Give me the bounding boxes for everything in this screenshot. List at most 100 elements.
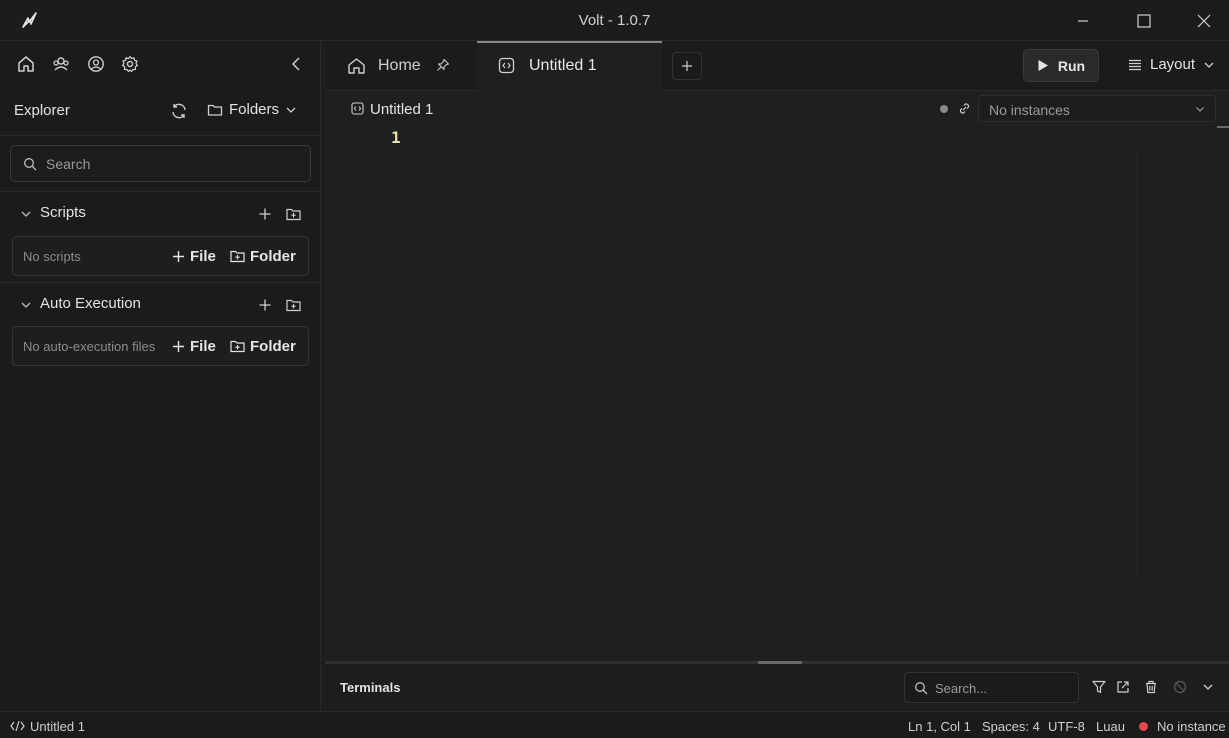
refresh-button[interactable]	[170, 102, 188, 120]
scripts-list: No scripts File Folder	[12, 236, 309, 276]
status-instance[interactable]: No instance	[1157, 719, 1226, 734]
divider	[0, 135, 320, 136]
community-icon[interactable]	[52, 55, 70, 73]
auto-execution-list: No auto-execution files File Folder	[12, 326, 309, 366]
tab-untitled-label: Untitled 1	[529, 57, 597, 74]
auto-execution-title: Auto Execution	[40, 295, 141, 312]
search-placeholder: Search	[46, 156, 91, 172]
instances-select[interactable]: No instances	[978, 95, 1216, 122]
chevron-down-icon	[21, 302, 31, 308]
tab-home[interactable]: Home	[325, 41, 477, 91]
editor-file-name: Untitled 1	[370, 101, 434, 118]
close-icon	[1197, 14, 1211, 27]
refresh-icon	[172, 103, 186, 119]
window-title: Volt - 1.0.7	[578, 12, 651, 29]
file-label: File	[190, 247, 216, 265]
instance-status-dot	[1139, 722, 1148, 731]
folder-label: Folder	[250, 247, 296, 265]
plus-icon	[682, 61, 692, 71]
collapse-sidebar-button[interactable]	[288, 55, 306, 73]
plus-icon	[173, 250, 184, 262]
link-icon[interactable]	[957, 101, 972, 116]
scripts-title: Scripts	[40, 204, 86, 221]
search-icon	[915, 682, 928, 695]
code-file-icon	[351, 102, 364, 115]
add-script-icon[interactable]	[258, 207, 272, 221]
new-folder-icon	[230, 250, 245, 263]
new-tab-button[interactable]	[672, 52, 702, 80]
folder-icon	[207, 104, 223, 116]
account-icon[interactable]	[87, 55, 105, 73]
tab-untitled-1[interactable]: Untitled 1	[477, 41, 662, 91]
settings-gear-icon[interactable]	[121, 55, 139, 73]
line-number: 1	[391, 128, 401, 147]
panel-resize-handle[interactable]	[758, 661, 802, 664]
code-icon	[10, 720, 25, 732]
scripts-empty-text: No scripts	[23, 249, 81, 264]
new-folder-icon	[230, 340, 245, 353]
file-label: File	[190, 337, 216, 355]
status-cursor-position[interactable]: Ln 1, Col 1	[908, 719, 971, 734]
pin-icon[interactable]	[436, 58, 450, 72]
status-file-name: Untitled 1	[30, 719, 85, 734]
minimap-guide	[1137, 149, 1138, 579]
chevron-left-icon	[291, 57, 300, 71]
minimize-button[interactable]	[1060, 0, 1106, 41]
chevron-down-icon	[286, 107, 296, 113]
status-bar: Untitled 1 Ln 1, Col 1 Spaces: 4 UTF-8 L…	[0, 711, 1229, 738]
new-folder-icon[interactable]	[286, 207, 301, 221]
status-indentation[interactable]: Spaces: 4	[982, 719, 1040, 734]
layout-icon	[1129, 59, 1141, 70]
run-button[interactable]: Run	[1023, 49, 1099, 82]
trash-icon[interactable]	[1144, 680, 1158, 694]
auto-execution-section-header[interactable]: Auto Execution	[0, 282, 320, 326]
layout-label: Layout	[1150, 56, 1196, 73]
code-file-icon	[498, 57, 515, 74]
chevron-down-icon	[1196, 107, 1204, 112]
sidebar: Explorer Folders Search Scripts No scrip…	[0, 41, 321, 711]
tab-bar: Home Untitled 1 Run Layout	[325, 41, 1229, 91]
folders-dropdown[interactable]: Folders	[207, 101, 297, 118]
maximize-icon	[1137, 13, 1151, 28]
chevron-down-icon	[1204, 62, 1214, 68]
terminals-title: Terminals	[340, 680, 401, 695]
chevron-down-icon[interactable]	[1202, 681, 1214, 693]
scripts-section-header[interactable]: Scripts	[0, 191, 320, 235]
add-auto-execution-icon[interactable]	[258, 298, 272, 312]
disabled-icon[interactable]	[1173, 680, 1187, 694]
scrollbar-marker[interactable]	[1217, 126, 1229, 128]
new-auto-execution-folder-button[interactable]: Folder	[230, 336, 296, 356]
status-encoding[interactable]: UTF-8	[1048, 719, 1085, 734]
plus-icon	[173, 340, 184, 352]
play-icon	[1038, 60, 1048, 71]
minimize-icon	[1078, 19, 1088, 22]
chevron-down-icon	[21, 211, 31, 217]
new-script-file-button[interactable]: File	[172, 246, 216, 266]
new-folder-icon[interactable]	[286, 298, 301, 312]
terminals-panel: Terminals Search...	[325, 661, 1229, 711]
run-label: Run	[1057, 57, 1086, 74]
home-icon[interactable]	[17, 55, 35, 73]
instances-select-value: No instances	[989, 102, 1070, 118]
code-editor[interactable]: Untitled 1 No instances 1	[325, 91, 1229, 661]
status-language[interactable]: Luau	[1096, 719, 1125, 734]
maximize-button[interactable]	[1121, 0, 1167, 41]
open-external-icon[interactable]	[1116, 680, 1130, 694]
filter-icon[interactable]	[1092, 680, 1106, 694]
terminal-search-placeholder: Search...	[935, 681, 988, 696]
auto-execution-empty-text: No auto-execution files	[23, 339, 156, 354]
new-auto-execution-file-button[interactable]: File	[172, 336, 216, 356]
search-icon	[24, 158, 37, 171]
home-icon	[348, 58, 365, 74]
new-script-folder-button[interactable]: Folder	[230, 246, 296, 266]
search-input[interactable]: Search	[10, 145, 311, 182]
close-window-button[interactable]	[1181, 0, 1227, 41]
title-bar: Volt - 1.0.7	[0, 0, 1229, 41]
explorer-title: Explorer	[14, 102, 70, 119]
unsaved-indicator	[940, 105, 948, 113]
tab-home-label: Home	[378, 57, 421, 74]
folders-label: Folders	[229, 101, 280, 118]
layout-dropdown[interactable]: Layout	[1128, 56, 1215, 73]
folder-label: Folder	[250, 337, 296, 355]
terminal-search-input[interactable]: Search...	[904, 672, 1079, 703]
